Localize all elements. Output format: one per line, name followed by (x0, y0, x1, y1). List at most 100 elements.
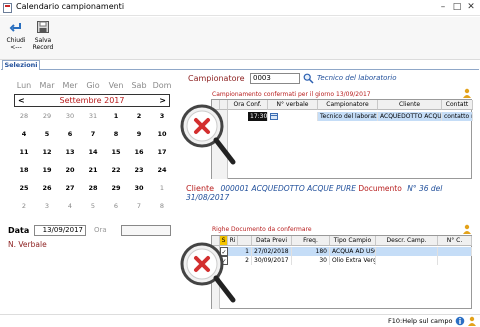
calendar-day[interactable]: 6 (60, 129, 80, 139)
calendar-day[interactable]: 30 (60, 111, 80, 121)
calendar-day[interactable]: 3 (37, 201, 57, 211)
calendar-day[interactable]: 20 (60, 165, 80, 175)
calendar-day[interactable]: 1 (106, 111, 126, 121)
date-input[interactable]: 13/09/2017 (34, 225, 86, 236)
toolbar: Chiudi <--- Salva Record (0, 17, 480, 60)
confirmed-grid[interactable]: Ora Conf. N° verbale Campionatore Client… (211, 99, 473, 179)
calendar-day[interactable]: 1 (152, 183, 172, 193)
calendar-day[interactable]: 29 (37, 111, 57, 121)
calendar-day[interactable]: 3 (152, 111, 172, 121)
calendar-day[interactable]: 8 (106, 129, 126, 139)
help-text: F10:Help sul campo (388, 317, 453, 325)
empty-search-icon (180, 104, 236, 165)
col-header-tipo[interactable]: Tipo Campio (330, 236, 376, 246)
save-label-2: Record (32, 44, 54, 51)
contatto-cell[interactable]: contatto n5 (442, 112, 473, 121)
calendar-day[interactable]: 5 (37, 129, 57, 139)
month-label: Settembre 2017 (59, 96, 125, 105)
calendar-day[interactable]: 5 (83, 201, 103, 211)
calendar-day[interactable]: 13 (60, 147, 80, 157)
freq-cell[interactable]: 180 (292, 247, 330, 256)
close-label-2: <--- (10, 44, 22, 51)
calendar-day[interactable]: 15 (106, 147, 126, 157)
documento-label: Documento (358, 184, 402, 193)
calendar-day[interactable]: 29 (106, 183, 126, 193)
save-icon (37, 21, 49, 33)
calendar-day[interactable]: 25 (14, 183, 34, 193)
calendar-day[interactable]: 24 (152, 165, 172, 175)
calendar-day[interactable]: 19 (37, 165, 57, 175)
calendar-day[interactable]: 6 (106, 201, 126, 211)
freq-cell[interactable]: 30 (292, 256, 330, 265)
time-input[interactable] (121, 225, 171, 236)
col-header-verbale[interactable]: N° verbale (268, 100, 318, 110)
window-title: Calendario campionamenti (16, 2, 125, 11)
calendar-day[interactable]: 4 (60, 201, 80, 211)
calendar-day[interactable]: 7 (129, 201, 149, 211)
col-header-campionatore[interactable]: Campionatore (318, 100, 378, 110)
data-cell[interactable]: 30/09/2017 (252, 256, 292, 265)
col-header-descr[interactable]: Descr. Camp. (376, 236, 438, 246)
grid1-title: Campionamento confermati per il giorno 1… (212, 91, 371, 98)
cliente-row: Cliente 000001 ACQUEDOTTO ACQUE PURE Doc… (186, 184, 480, 202)
calendar-day[interactable]: 30 (129, 183, 149, 193)
data-cell[interactable]: 27/02/2018 (252, 247, 292, 256)
calendar-day[interactable]: 28 (14, 111, 34, 121)
day-header: Sab (131, 81, 147, 90)
calendar-day[interactable]: 10 (152, 129, 172, 139)
tipo-cell[interactable]: Olio Extra Vergi (330, 256, 376, 265)
calendar-day[interactable]: 14 (83, 147, 103, 157)
calendar-day[interactable]: 12 (37, 147, 57, 157)
ora-cell[interactable]: 17:30 (248, 112, 268, 121)
document-rows-grid[interactable]: S Ri Data Previ Freq. Tipo Campio Descr.… (211, 235, 472, 309)
col-header-contatto[interactable]: Contatt (442, 100, 473, 110)
user-icon[interactable] (467, 316, 477, 326)
maximize-icon[interactable]: □ (450, 1, 464, 14)
save-label-1: Salva (34, 37, 52, 44)
calendar-day[interactable]: 31 (83, 111, 103, 121)
verbale-cell[interactable] (268, 112, 318, 121)
day-header: Mer (62, 81, 78, 90)
save-button[interactable]: Salva Record (30, 19, 56, 57)
calendar-day[interactable]: 2 (14, 201, 34, 211)
calendar-day[interactable]: 7 (83, 129, 103, 139)
col-header-freq[interactable]: Freq. (292, 236, 330, 246)
user-icon[interactable] (462, 224, 472, 234)
col-header-cliente[interactable]: Cliente (378, 100, 442, 110)
calendar-day[interactable]: 28 (83, 183, 103, 193)
descr-cell[interactable] (376, 247, 438, 256)
calendar-day[interactable]: 21 (83, 165, 103, 175)
calendar-day[interactable]: 4 (14, 129, 34, 139)
cliente-cell[interactable]: ACQUEDOTTO ACQUE (378, 112, 442, 121)
close-label-1: Chiudi (6, 37, 26, 44)
minimize-icon[interactable]: – (436, 1, 450, 14)
campionatore-cell[interactable]: Tecnico del laborat (318, 112, 378, 121)
user-icon[interactable] (462, 88, 472, 98)
calendar-day[interactable]: 18 (14, 165, 34, 175)
calendar-day[interactable]: 17 (152, 147, 172, 157)
calendar-day[interactable]: 22 (106, 165, 126, 175)
search-icon[interactable] (303, 73, 314, 84)
calendar-day[interactable]: 27 (60, 183, 80, 193)
calendar-day[interactable]: 16 (129, 147, 149, 157)
prev-month-button[interactable]: < (18, 95, 25, 106)
tipo-cell[interactable]: ACQUA AD USO (330, 247, 376, 256)
calendar-day[interactable]: 2 (129, 111, 149, 121)
campionatore-code-input[interactable]: 0003 (250, 73, 300, 84)
calendar-small-icon (270, 113, 278, 120)
calendar-day[interactable]: 23 (129, 165, 149, 175)
calendar-day[interactable]: 11 (14, 147, 34, 157)
info-icon[interactable] (455, 316, 465, 326)
calendar-day[interactable]: 9 (129, 129, 149, 139)
col-header-data[interactable]: Data Previ (252, 236, 292, 246)
next-month-button[interactable]: > (159, 95, 166, 106)
col-header-nc[interactable]: N° C. (438, 236, 472, 246)
nc-cell[interactable] (438, 247, 472, 256)
descr-cell[interactable] (376, 256, 438, 265)
calendar-day[interactable]: 8 (152, 201, 172, 211)
close-icon[interactable]: ✕ (464, 1, 478, 14)
tab-selezioni[interactable]: Selezioni (2, 60, 40, 70)
grid2-title: Righe Documento da confermare (212, 226, 312, 233)
close-window-button[interactable]: Chiudi <--- (3, 19, 29, 57)
calendar-day[interactable]: 26 (37, 183, 57, 193)
